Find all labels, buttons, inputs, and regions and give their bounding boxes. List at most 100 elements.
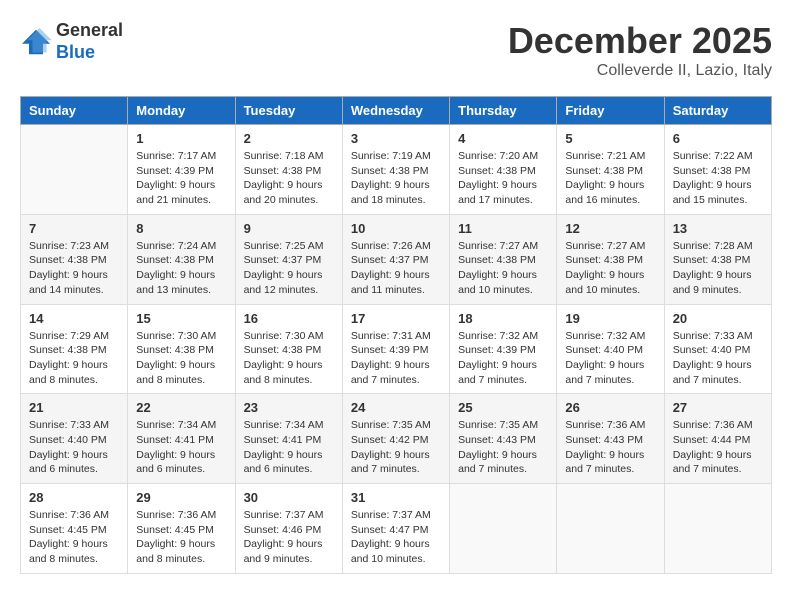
daylight-text: Daylight: 9 hours and 10 minutes. [351, 538, 430, 565]
day-number: 11 [458, 221, 548, 236]
day-number: 26 [565, 400, 655, 415]
day-number: 23 [244, 400, 334, 415]
sunrise-text: Sunrise: 7:36 AM [29, 509, 109, 521]
day-info: Sunrise: 7:20 AM Sunset: 4:38 PM Dayligh… [458, 149, 548, 208]
day-info: Sunrise: 7:31 AM Sunset: 4:39 PM Dayligh… [351, 329, 441, 388]
sunset-text: Sunset: 4:38 PM [565, 254, 643, 266]
day-info: Sunrise: 7:35 AM Sunset: 4:43 PM Dayligh… [458, 418, 548, 477]
sunrise-text: Sunrise: 7:21 AM [565, 150, 645, 162]
sunrise-text: Sunrise: 7:27 AM [458, 240, 538, 252]
day-info: Sunrise: 7:37 AM Sunset: 4:46 PM Dayligh… [244, 508, 334, 567]
calendar-day-cell: 20 Sunrise: 7:33 AM Sunset: 4:40 PM Dayl… [664, 304, 771, 394]
calendar-day-cell: 2 Sunrise: 7:18 AM Sunset: 4:38 PM Dayli… [235, 125, 342, 215]
day-number: 10 [351, 221, 441, 236]
day-info: Sunrise: 7:30 AM Sunset: 4:38 PM Dayligh… [136, 329, 226, 388]
calendar-table: SundayMondayTuesdayWednesdayThursdayFrid… [20, 96, 772, 574]
sunset-text: Sunset: 4:39 PM [351, 344, 429, 356]
sunset-text: Sunset: 4:38 PM [244, 165, 322, 177]
day-info: Sunrise: 7:27 AM Sunset: 4:38 PM Dayligh… [565, 239, 655, 298]
calendar-day-cell: 12 Sunrise: 7:27 AM Sunset: 4:38 PM Dayl… [557, 214, 664, 304]
day-info: Sunrise: 7:36 AM Sunset: 4:45 PM Dayligh… [29, 508, 119, 567]
daylight-text: Daylight: 9 hours and 6 minutes. [136, 449, 215, 476]
daylight-text: Daylight: 9 hours and 7 minutes. [458, 359, 537, 386]
daylight-text: Daylight: 9 hours and 8 minutes. [136, 538, 215, 565]
day-number: 1 [136, 131, 226, 146]
sunset-text: Sunset: 4:38 PM [136, 254, 214, 266]
calendar-day-cell: 30 Sunrise: 7:37 AM Sunset: 4:46 PM Dayl… [235, 484, 342, 574]
day-number: 20 [673, 311, 763, 326]
day-number: 22 [136, 400, 226, 415]
day-number: 12 [565, 221, 655, 236]
day-number: 5 [565, 131, 655, 146]
day-number: 30 [244, 490, 334, 505]
weekday-header-row: SundayMondayTuesdayWednesdayThursdayFrid… [21, 97, 772, 125]
logo-blue: Blue [56, 42, 95, 62]
sunrise-text: Sunrise: 7:34 AM [244, 419, 324, 431]
calendar-day-cell: 14 Sunrise: 7:29 AM Sunset: 4:38 PM Dayl… [21, 304, 128, 394]
daylight-text: Daylight: 9 hours and 13 minutes. [136, 269, 215, 296]
calendar-week-row: 28 Sunrise: 7:36 AM Sunset: 4:45 PM Dayl… [21, 484, 772, 574]
weekday-header-cell: Thursday [450, 97, 557, 125]
calendar-day-cell: 10 Sunrise: 7:26 AM Sunset: 4:37 PM Dayl… [342, 214, 449, 304]
sunset-text: Sunset: 4:47 PM [351, 524, 429, 536]
daylight-text: Daylight: 9 hours and 14 minutes. [29, 269, 108, 296]
day-info: Sunrise: 7:28 AM Sunset: 4:38 PM Dayligh… [673, 239, 763, 298]
calendar-day-cell: 19 Sunrise: 7:32 AM Sunset: 4:40 PM Dayl… [557, 304, 664, 394]
calendar-week-row: 1 Sunrise: 7:17 AM Sunset: 4:39 PM Dayli… [21, 125, 772, 215]
calendar-day-cell [21, 125, 128, 215]
day-info: Sunrise: 7:36 AM Sunset: 4:44 PM Dayligh… [673, 418, 763, 477]
sunset-text: Sunset: 4:39 PM [458, 344, 536, 356]
sunset-text: Sunset: 4:40 PM [565, 344, 643, 356]
day-info: Sunrise: 7:36 AM Sunset: 4:43 PM Dayligh… [565, 418, 655, 477]
daylight-text: Daylight: 9 hours and 7 minutes. [673, 449, 752, 476]
day-info: Sunrise: 7:35 AM Sunset: 4:42 PM Dayligh… [351, 418, 441, 477]
day-number: 4 [458, 131, 548, 146]
sunrise-text: Sunrise: 7:37 AM [351, 509, 431, 521]
day-info: Sunrise: 7:26 AM Sunset: 4:37 PM Dayligh… [351, 239, 441, 298]
sunrise-text: Sunrise: 7:35 AM [351, 419, 431, 431]
sunset-text: Sunset: 4:44 PM [673, 434, 751, 446]
sunrise-text: Sunrise: 7:30 AM [244, 330, 324, 342]
daylight-text: Daylight: 9 hours and 10 minutes. [565, 269, 644, 296]
daylight-text: Daylight: 9 hours and 6 minutes. [29, 449, 108, 476]
sunrise-text: Sunrise: 7:33 AM [673, 330, 753, 342]
calendar-day-cell: 28 Sunrise: 7:36 AM Sunset: 4:45 PM Dayl… [21, 484, 128, 574]
day-number: 13 [673, 221, 763, 236]
day-number: 9 [244, 221, 334, 236]
calendar-day-cell: 8 Sunrise: 7:24 AM Sunset: 4:38 PM Dayli… [128, 214, 235, 304]
day-number: 25 [458, 400, 548, 415]
sunset-text: Sunset: 4:40 PM [673, 344, 751, 356]
sunrise-text: Sunrise: 7:32 AM [565, 330, 645, 342]
calendar-day-cell: 23 Sunrise: 7:34 AM Sunset: 4:41 PM Dayl… [235, 394, 342, 484]
calendar-day-cell: 16 Sunrise: 7:30 AM Sunset: 4:38 PM Dayl… [235, 304, 342, 394]
sunrise-text: Sunrise: 7:32 AM [458, 330, 538, 342]
daylight-text: Daylight: 9 hours and 17 minutes. [458, 179, 537, 206]
sunset-text: Sunset: 4:38 PM [29, 344, 107, 356]
day-number: 24 [351, 400, 441, 415]
day-info: Sunrise: 7:29 AM Sunset: 4:38 PM Dayligh… [29, 329, 119, 388]
sunrise-text: Sunrise: 7:36 AM [136, 509, 216, 521]
sunset-text: Sunset: 4:38 PM [458, 254, 536, 266]
calendar-day-cell: 15 Sunrise: 7:30 AM Sunset: 4:38 PM Dayl… [128, 304, 235, 394]
sunrise-text: Sunrise: 7:17 AM [136, 150, 216, 162]
calendar-body: 1 Sunrise: 7:17 AM Sunset: 4:39 PM Dayli… [21, 125, 772, 574]
calendar-day-cell: 25 Sunrise: 7:35 AM Sunset: 4:43 PM Dayl… [450, 394, 557, 484]
day-info: Sunrise: 7:33 AM Sunset: 4:40 PM Dayligh… [29, 418, 119, 477]
calendar-day-cell: 11 Sunrise: 7:27 AM Sunset: 4:38 PM Dayl… [450, 214, 557, 304]
calendar-day-cell: 1 Sunrise: 7:17 AM Sunset: 4:39 PM Dayli… [128, 125, 235, 215]
daylight-text: Daylight: 9 hours and 15 minutes. [673, 179, 752, 206]
sunset-text: Sunset: 4:37 PM [351, 254, 429, 266]
calendar-day-cell: 5 Sunrise: 7:21 AM Sunset: 4:38 PM Dayli… [557, 125, 664, 215]
sunrise-text: Sunrise: 7:35 AM [458, 419, 538, 431]
daylight-text: Daylight: 9 hours and 9 minutes. [244, 538, 323, 565]
day-number: 8 [136, 221, 226, 236]
sunrise-text: Sunrise: 7:27 AM [565, 240, 645, 252]
month-title: December 2025 [508, 20, 772, 62]
day-info: Sunrise: 7:22 AM Sunset: 4:38 PM Dayligh… [673, 149, 763, 208]
calendar-day-cell: 7 Sunrise: 7:23 AM Sunset: 4:38 PM Dayli… [21, 214, 128, 304]
daylight-text: Daylight: 9 hours and 7 minutes. [351, 449, 430, 476]
sunset-text: Sunset: 4:40 PM [29, 434, 107, 446]
sunset-text: Sunset: 4:38 PM [136, 344, 214, 356]
day-info: Sunrise: 7:30 AM Sunset: 4:38 PM Dayligh… [244, 329, 334, 388]
sunset-text: Sunset: 4:41 PM [136, 434, 214, 446]
